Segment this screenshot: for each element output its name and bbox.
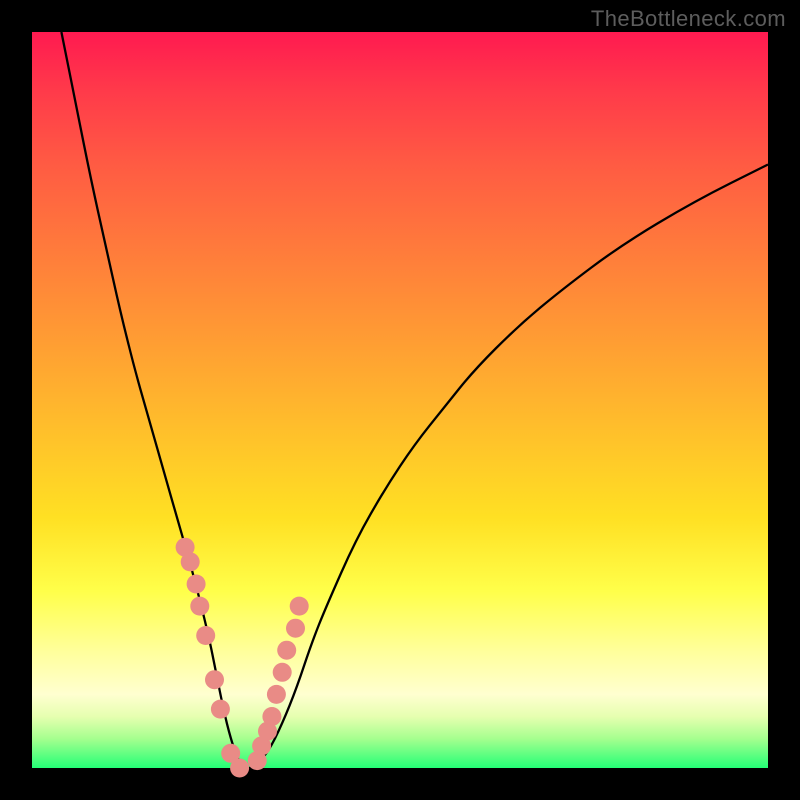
bottleneck-curve xyxy=(61,32,768,768)
marker-dot xyxy=(290,597,309,616)
marker-dot xyxy=(230,759,249,778)
marker-dot xyxy=(211,700,230,719)
watermark-text: TheBottleneck.com xyxy=(591,6,786,32)
marker-dot xyxy=(273,663,292,682)
highlighted-points xyxy=(176,538,309,778)
marker-dot xyxy=(286,619,305,638)
marker-dot xyxy=(181,552,200,571)
marker-dot xyxy=(190,597,209,616)
chart-frame: TheBottleneck.com xyxy=(0,0,800,800)
marker-dot xyxy=(205,670,224,689)
marker-dot xyxy=(187,575,206,594)
marker-dot xyxy=(267,685,286,704)
marker-dot xyxy=(196,626,215,645)
curve-layer xyxy=(32,32,768,768)
plot-area xyxy=(32,32,768,768)
marker-dot xyxy=(262,707,281,726)
marker-dot xyxy=(277,641,296,660)
